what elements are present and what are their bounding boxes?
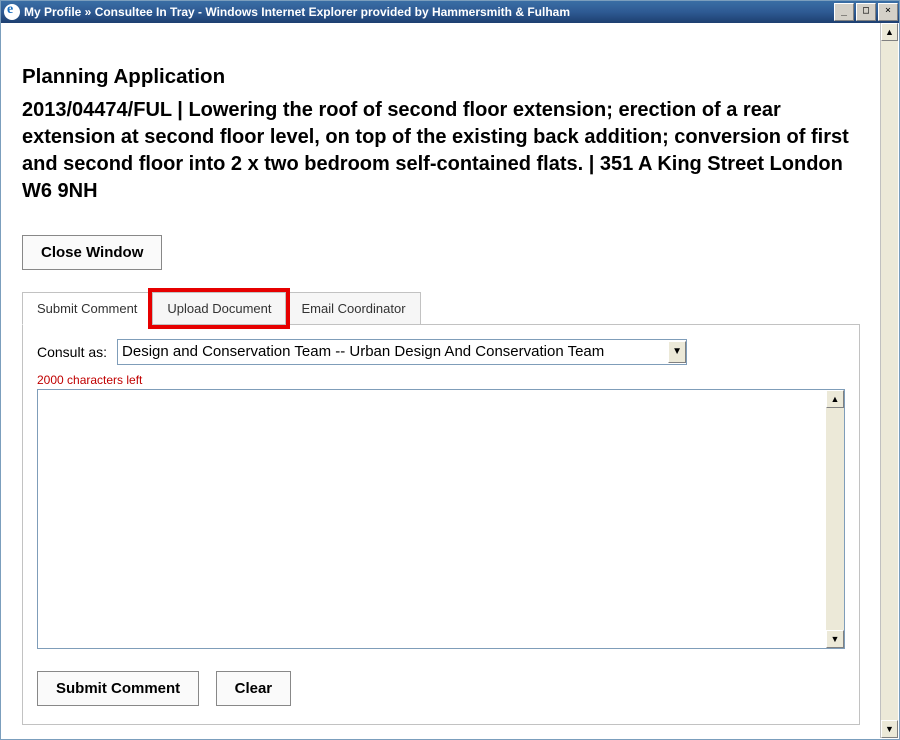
tab-label: Upload Document (167, 301, 271, 316)
comment-textarea[interactable] (40, 392, 824, 646)
tab-upload-document[interactable]: Upload Document (152, 292, 286, 325)
scroll-down-icon[interactable]: ▼ (881, 720, 898, 738)
tab-submit-comment[interactable]: Submit Comment (22, 292, 152, 325)
characters-remaining: 2000 characters left (37, 373, 845, 387)
consult-as-selected-value: Design and Conservation Team -- Urban De… (122, 343, 604, 360)
tab-label: Submit Comment (37, 301, 137, 316)
minimize-button[interactable]: _ (834, 3, 854, 21)
scroll-up-icon[interactable]: ▲ (881, 23, 898, 41)
bottom-buttons: Submit Comment Clear (37, 671, 845, 706)
consult-as-select[interactable]: Design and Conservation Team -- Urban De… (117, 339, 687, 365)
scroll-up-icon[interactable]: ▲ (826, 390, 844, 408)
tab-email-coordinator[interactable]: Email Coordinator (286, 292, 420, 325)
page-scrollbar[interactable]: ▲ ▼ (880, 23, 898, 738)
page-title: Planning Application (22, 63, 860, 91)
clear-button[interactable]: Clear (216, 671, 292, 706)
window-title: My Profile » Consultee In Tray - Windows… (24, 5, 570, 19)
chevron-down-icon: ▼ (668, 341, 686, 363)
submit-comment-button[interactable]: Submit Comment (37, 671, 199, 706)
consult-as-label: Consult as: (37, 344, 107, 360)
tabs-row: Submit Comment Upload Document Email Coo… (22, 292, 860, 325)
ie-icon (4, 4, 20, 20)
tab-label: Email Coordinator (301, 301, 405, 316)
application-detail: 2013/04474/FUL | Lowering the roof of se… (22, 97, 860, 205)
scroll-down-icon[interactable]: ▼ (826, 630, 844, 648)
content-area: ▲ ▼ Planning Application 2013/04474/FUL … (2, 23, 898, 738)
consult-as-row: Consult as: Design and Conservation Team… (37, 339, 845, 365)
titlebar: My Profile » Consultee In Tray - Windows… (1, 1, 899, 23)
maximize-button[interactable]: □ (856, 3, 876, 21)
page-body: Planning Application 2013/04474/FUL | Lo… (2, 23, 880, 735)
comment-textarea-wrap: ▲ ▼ (37, 389, 845, 649)
app-window: My Profile » Consultee In Tray - Windows… (0, 0, 900, 740)
tab-panel-submit-comment: Consult as: Design and Conservation Team… (22, 324, 860, 725)
textarea-scrollbar[interactable]: ▲ ▼ (826, 390, 844, 648)
close-window-page-button[interactable]: Close Window (22, 235, 162, 270)
close-window-button[interactable]: × (878, 3, 898, 21)
